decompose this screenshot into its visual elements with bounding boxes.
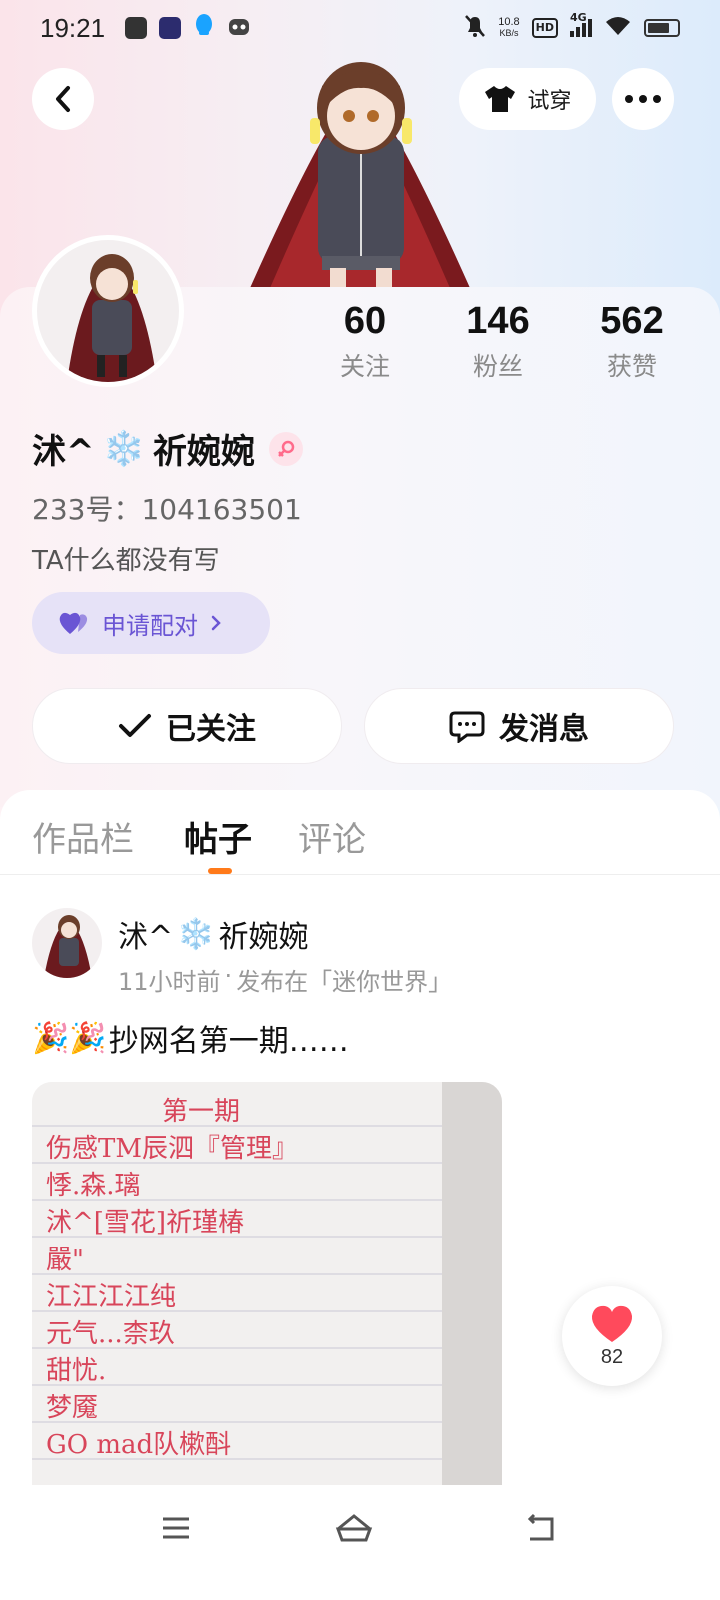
post-author-part1: 沭^ <box>118 920 174 955</box>
tab-comments[interactable]: 评论 <box>298 812 366 861</box>
post-author-part2: 祈婉婉 <box>218 920 309 955</box>
menu-icon <box>163 1517 189 1539</box>
notebook-handwritten-line: 嚴" <box>46 1245 84 1275</box>
post-image[interactable]: 第一期伤感TM辰泗『管理』 悸.森.璃沭^[雪花]祈瑾椿 嚴" 江江江江纯元气...柰… <box>32 1082 502 1485</box>
heart-pair-icon <box>59 612 88 634</box>
notebook-handwritten-line: 甜忧. <box>46 1356 106 1386</box>
tab-works[interactable]: 作品栏 <box>32 812 134 861</box>
followed-button[interactable]: 已关注 <box>32 688 342 764</box>
post-author-avatar[interactable] <box>32 908 102 978</box>
stat-fans-label: 粉丝 <box>472 352 523 381</box>
user-name: 沭^ ❄️ 祈婉婉 <box>32 424 303 473</box>
like-button[interactable]: 82 <box>562 1286 662 1386</box>
heart-icon <box>591 1305 633 1342</box>
user-name-part1: 沭^ <box>32 432 95 472</box>
post-channel[interactable]: 发布在「迷你世界」 <box>236 962 452 997</box>
back-nav-button[interactable] <box>520 1508 560 1548</box>
chevron-right-icon <box>211 615 221 631</box>
stat-fans[interactable]: 146 粉丝 <box>428 300 568 383</box>
stat-fans-count: 146 <box>466 300 530 342</box>
stat-following[interactable]: 60 关注 <box>295 300 435 383</box>
notification-video-icon <box>159 17 182 39</box>
party-popper-emoji: 🎉🎉 <box>32 1020 107 1056</box>
home-icon <box>335 1514 373 1542</box>
notification-qq-icon <box>193 13 215 43</box>
try-on-label: 试穿 <box>527 89 572 114</box>
battery-fill <box>648 23 669 33</box>
back-arrow-icon <box>527 1513 554 1541</box>
net-speed-value: 10.8 <box>498 16 520 28</box>
notebook-handwritten-line: 伤感TM辰泗『管理』 <box>46 1134 298 1164</box>
status-time: 19:21 <box>40 12 106 43</box>
notebook-handwritten-line: 沭^[雪花]祈瑾椿 <box>46 1208 244 1238</box>
notification-robot-icon <box>227 14 251 43</box>
notebook-handwritten-line: 悸.森.璃 <box>46 1171 141 1201</box>
post-text-body: 抄网名第一期…… <box>108 1024 349 1059</box>
more-options-button[interactable] <box>612 68 674 130</box>
post-text[interactable]: 🎉🎉 抄网名第一期…… <box>32 1016 349 1060</box>
home-nav-button[interactable] <box>334 1508 374 1548</box>
notebook-handwritten-line: 元气...柰玖 <box>46 1319 175 1349</box>
status-right-icons: 10.8 KB/s HD 4G <box>464 11 680 42</box>
notebook-handwritten-line: 江江江江纯 <box>46 1282 176 1312</box>
notebook-handwritten-line: 梦魇 <box>46 1393 98 1423</box>
post-author-name[interactable]: 沭^ ❄️ 祈婉婉 <box>118 912 309 956</box>
stat-following-count: 60 <box>343 300 387 342</box>
notebook-handwritten-line: 第一期 <box>162 1097 240 1127</box>
try-on-button[interactable]: 试穿 <box>459 68 596 130</box>
female-gender-icon <box>268 431 303 466</box>
stat-likes[interactable]: 562 获赞 <box>562 300 702 383</box>
menu-nav-button[interactable] <box>156 1508 196 1548</box>
post-meta: 11小时前 · 发布在「迷你世界」 <box>118 962 452 997</box>
followed-label: 已关注 <box>166 712 256 747</box>
stat-following-label: 关注 <box>339 352 390 381</box>
profile-avatar[interactable] <box>32 235 184 387</box>
network-type: 4G <box>570 11 587 24</box>
silent-bell-icon <box>464 14 486 42</box>
battery-icon <box>644 19 680 37</box>
stat-likes-label: 获赞 <box>606 352 657 381</box>
user-bio: TA什么都没有写 <box>32 546 220 576</box>
pair-request-button[interactable]: 申请配对 <box>32 592 270 654</box>
tshirt-icon <box>485 86 516 112</box>
post-meta-dot: · <box>224 962 233 990</box>
send-message-label: 发消息 <box>499 712 589 747</box>
user-name-part2: 祈婉婉 <box>152 432 255 472</box>
snowflake-emoji: ❄️ <box>102 428 145 469</box>
signal-icon: 4G <box>570 11 592 37</box>
status-bar: 19:21 10.8 KB/s HD 4G <box>0 0 720 56</box>
chat-bubble-icon <box>449 711 485 743</box>
user-id: 233号：104163501 <box>32 493 302 526</box>
pair-request-label: 申请配对 <box>102 611 198 640</box>
tab-posts[interactable]: 帖子 <box>184 812 252 861</box>
send-message-button[interactable]: 发消息 <box>364 688 674 764</box>
like-count: 82 <box>600 1345 624 1368</box>
wifi-icon <box>604 15 632 41</box>
avatar-showcase-image[interactable] <box>230 56 490 288</box>
back-button[interactable] <box>32 68 94 130</box>
chevron-left-icon <box>56 86 70 112</box>
post-time: 11小时前 <box>118 968 221 996</box>
tab-divider <box>0 874 720 875</box>
checkmark-icon <box>119 714 151 737</box>
snowflake-emoji: ❄️ <box>177 916 215 952</box>
net-speed-unit: KB/s <box>499 28 519 38</box>
stat-likes-count: 562 <box>600 300 664 342</box>
hd-badge: HD <box>531 18 558 38</box>
notification-mail-icon <box>125 17 148 39</box>
net-speed: 10.8 KB/s <box>498 17 519 39</box>
notebook-handwritten-line: GO mad队樕酙 <box>46 1430 231 1460</box>
more-dots-icon <box>625 95 661 103</box>
